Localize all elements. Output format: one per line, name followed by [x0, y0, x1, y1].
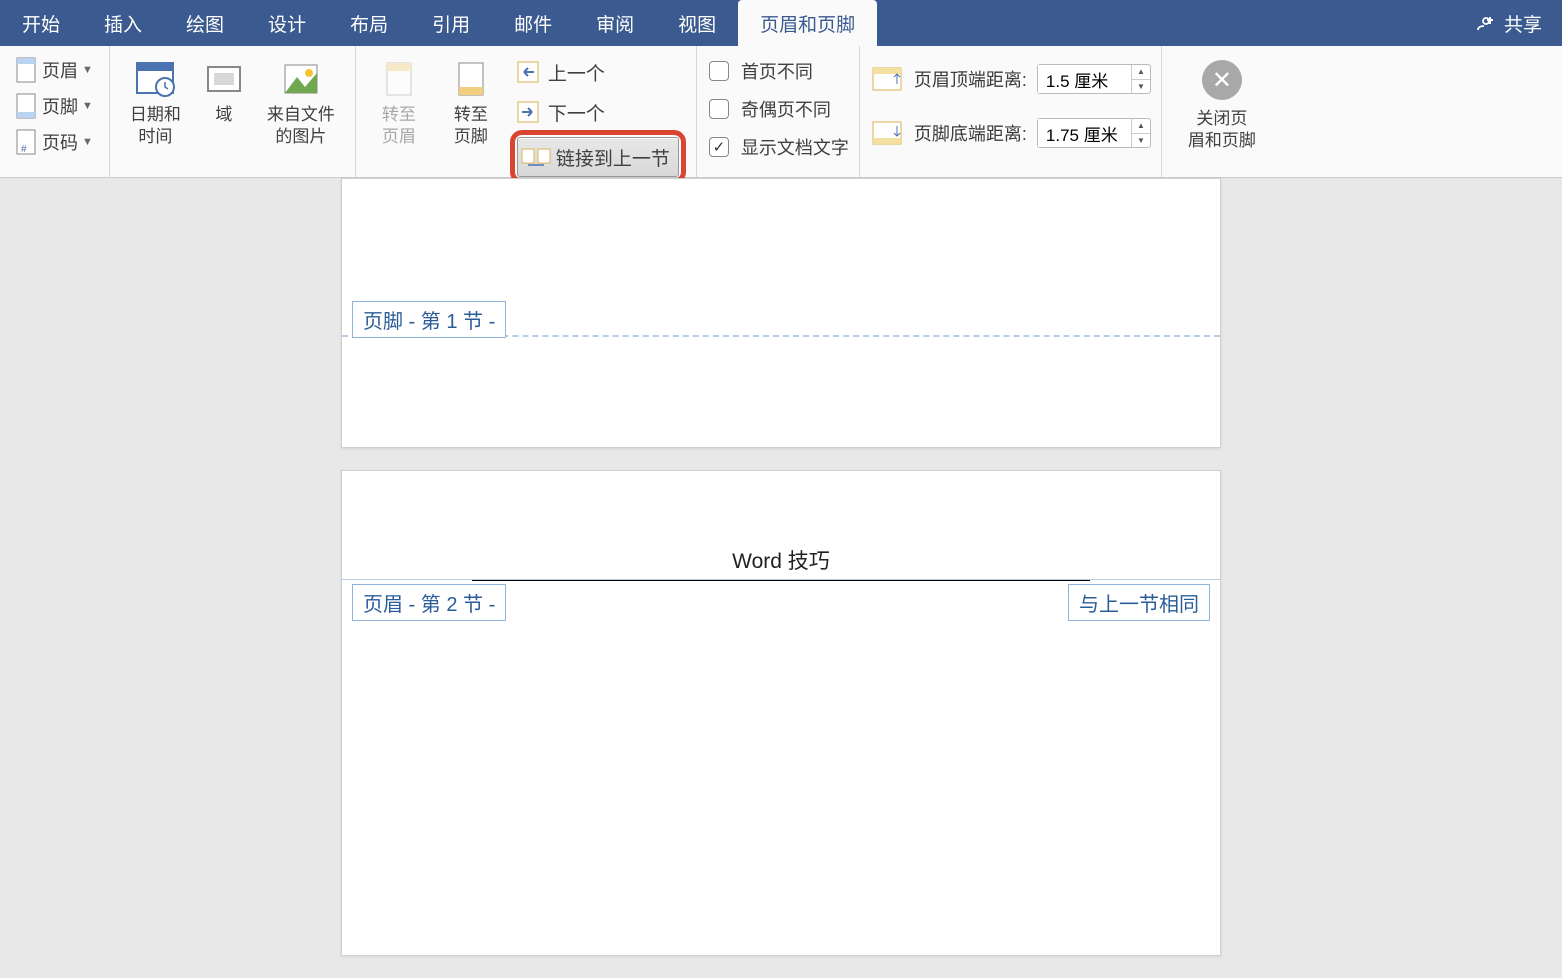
- different-first-page-checkbox[interactable]: 首页不同: [707, 52, 849, 90]
- next-button[interactable]: 下一个: [510, 92, 686, 132]
- footer-distance-icon: [870, 119, 904, 147]
- header-distance-row: 页眉顶端距离: ▲ ▼: [870, 52, 1151, 106]
- spinner-down-icon[interactable]: ▼: [1132, 80, 1150, 94]
- close-icon: ✕: [1202, 60, 1242, 100]
- document-area: 页脚 - 第 1 节 - Word 技巧 页眉 - 第 2 节 - 与上一节相同: [0, 178, 1562, 978]
- date-time-label: 日期和 时间: [130, 104, 181, 148]
- header-dropdown[interactable]: 页眉 ▼: [10, 52, 99, 88]
- different-first-page-label: 首页不同: [741, 58, 813, 84]
- header-section-tag: 页眉 - 第 2 节 -: [352, 584, 506, 621]
- previous-label: 上一个: [548, 59, 605, 86]
- tab-design[interactable]: 设计: [246, 0, 328, 46]
- group-navigation: 转至 页眉 转至 页脚 上一个 下一个 链接到上一节: [356, 46, 697, 177]
- different-odd-even-label: 奇偶页不同: [741, 96, 831, 122]
- tab-draw[interactable]: 绘图: [164, 0, 246, 46]
- page-number-icon: #: [12, 128, 40, 156]
- tab-insert[interactable]: 插入: [82, 0, 164, 46]
- picture-from-file-button[interactable]: 来自文件 的图片: [257, 52, 345, 148]
- close-label: 关闭页 眉和页脚: [1188, 108, 1256, 152]
- link-previous-highlight: 链接到上一节: [510, 130, 686, 184]
- spinner-up-icon[interactable]: ▲: [1132, 119, 1150, 134]
- checkbox-unchecked-icon: [709, 61, 729, 81]
- tab-view[interactable]: 视图: [656, 0, 738, 46]
- spinner-up-icon[interactable]: ▲: [1132, 65, 1150, 80]
- goto-footer-label: 转至 页脚: [454, 104, 488, 148]
- footer-distance-spinner[interactable]: ▲ ▼: [1037, 118, 1151, 148]
- field-icon: [201, 56, 247, 102]
- checkbox-unchecked-icon: [709, 99, 729, 119]
- chevron-down-icon: ▼: [82, 100, 93, 112]
- previous-button[interactable]: 上一个: [510, 52, 686, 92]
- goto-header-button: 转至 页眉: [366, 52, 432, 148]
- goto-header-label: 转至 页眉: [382, 104, 416, 148]
- header-text[interactable]: Word 技巧: [472, 545, 1090, 581]
- footer-distance-row: 页脚底端距离: ▲ ▼: [870, 106, 1151, 160]
- previous-icon: [512, 56, 544, 88]
- group-close: ✕ 关闭页 眉和页脚: [1162, 46, 1282, 177]
- tab-references[interactable]: 引用: [410, 0, 492, 46]
- footer-distance-label: 页脚底端距离:: [914, 120, 1027, 146]
- close-header-footer-button[interactable]: ✕ 关闭页 眉和页脚: [1178, 52, 1266, 152]
- calendar-icon: [132, 56, 178, 102]
- svg-text:#: #: [21, 144, 27, 155]
- share-button[interactable]: 共享: [1466, 0, 1552, 46]
- tab-mailings[interactable]: 邮件: [492, 0, 574, 46]
- tab-bar: 开始 插入 绘图 设计 布局 引用 邮件 审阅 视图 页眉和页脚 共享: [0, 0, 1562, 46]
- share-label: 共享: [1504, 10, 1542, 37]
- tab-home[interactable]: 开始: [0, 0, 82, 46]
- group-options: 首页不同 奇偶页不同 ✓ 显示文档文字: [697, 46, 860, 177]
- footer-section-tag: 页脚 - 第 1 节 -: [352, 301, 506, 338]
- tab-review[interactable]: 审阅: [574, 0, 656, 46]
- picture-icon: [278, 56, 324, 102]
- group-insert: 日期和 时间 域 来自文件 的图片: [110, 46, 356, 177]
- ribbon: 页眉 ▼ 页脚 ▼ # 页码 ▼ 日期和 时间 域 来自文件 的图片: [0, 46, 1562, 178]
- goto-header-icon: [376, 56, 422, 102]
- goto-footer-button[interactable]: 转至 页脚: [438, 52, 504, 148]
- header-distance-input[interactable]: [1038, 65, 1132, 93]
- date-time-button[interactable]: 日期和 时间: [120, 52, 191, 148]
- chevron-down-icon: ▼: [82, 64, 93, 76]
- show-document-text-checkbox[interactable]: ✓ 显示文档文字: [707, 128, 849, 166]
- spinner-down-icon[interactable]: ▼: [1132, 134, 1150, 148]
- header-boundary-line: [342, 579, 1220, 580]
- header-label: 页眉: [42, 57, 78, 83]
- group-position: 页眉顶端距离: ▲ ▼ 页脚底端距离: ▲ ▼: [860, 46, 1162, 177]
- header-distance-icon: [870, 65, 904, 93]
- share-icon: [1476, 14, 1498, 32]
- group-header-footer: 页眉 ▼ 页脚 ▼ # 页码 ▼: [0, 46, 110, 177]
- page-2[interactable]: Word 技巧 页眉 - 第 2 节 - 与上一节相同: [341, 470, 1221, 956]
- next-icon: [512, 96, 544, 128]
- link-to-previous-button[interactable]: 链接到上一节: [517, 137, 679, 177]
- same-as-previous-tag: 与上一节相同: [1068, 584, 1210, 621]
- field-label: 域: [215, 104, 232, 126]
- chevron-down-icon: ▼: [82, 136, 93, 148]
- checkbox-checked-icon: ✓: [709, 137, 729, 157]
- picture-label: 来自文件 的图片: [267, 104, 335, 148]
- footer-dropdown[interactable]: 页脚 ▼: [10, 88, 99, 124]
- page-number-dropdown[interactable]: # 页码 ▼: [10, 124, 99, 160]
- footer-distance-input[interactable]: [1038, 119, 1132, 147]
- header-icon: [12, 56, 40, 84]
- link-icon: [520, 141, 552, 173]
- footer-label: 页脚: [42, 93, 78, 119]
- page-1[interactable]: 页脚 - 第 1 节 -: [341, 178, 1221, 448]
- link-to-previous-label: 链接到上一节: [556, 144, 670, 171]
- field-button[interactable]: 域: [191, 52, 257, 126]
- tab-header-footer[interactable]: 页眉和页脚: [738, 0, 877, 46]
- different-odd-even-checkbox[interactable]: 奇偶页不同: [707, 90, 849, 128]
- next-label: 下一个: [548, 99, 605, 126]
- footer-icon: [12, 92, 40, 120]
- header-distance-spinner[interactable]: ▲ ▼: [1037, 64, 1151, 94]
- tab-layout[interactable]: 布局: [328, 0, 410, 46]
- header-distance-label: 页眉顶端距离:: [914, 66, 1027, 92]
- show-document-text-label: 显示文档文字: [741, 134, 849, 160]
- goto-footer-icon: [448, 56, 494, 102]
- page-number-label: 页码: [42, 129, 78, 155]
